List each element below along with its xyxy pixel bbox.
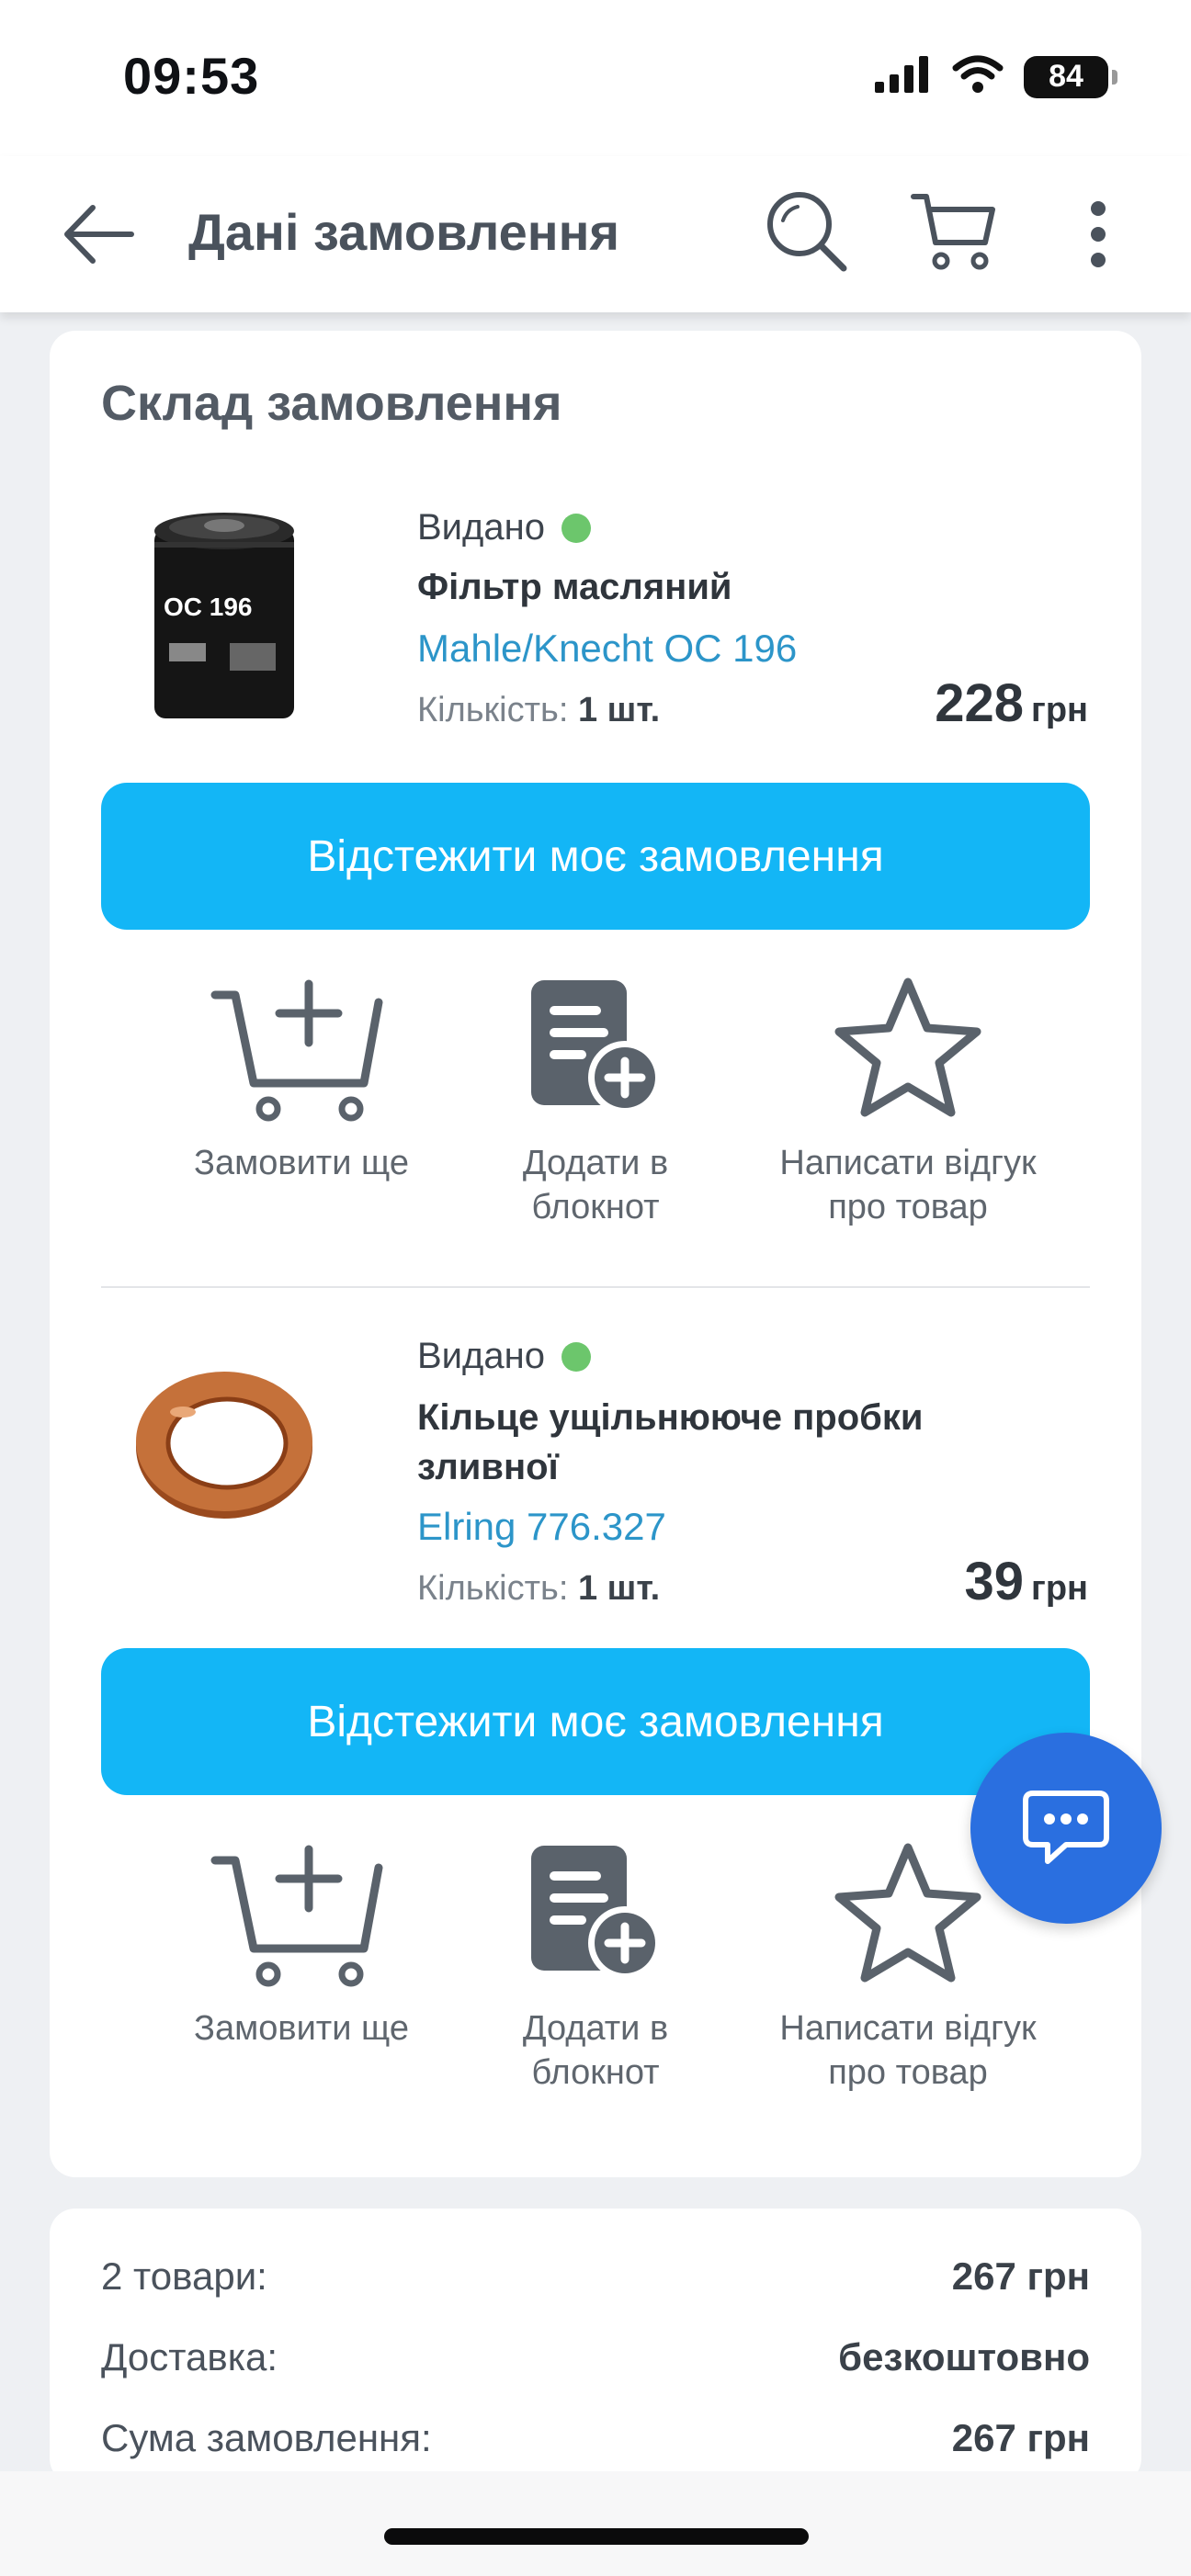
price-currency: грн — [1031, 1569, 1088, 1608]
summary-delivery-row: Доставка: безкоштовно — [101, 2335, 1090, 2379]
more-vertical-icon — [1091, 201, 1106, 267]
track-order-button[interactable]: Відстежити моє замовлення — [101, 783, 1090, 930]
add-to-notebook-line1: Додати в — [522, 1144, 669, 1182]
write-review-line1: Написати відгук — [779, 1144, 1037, 1182]
write-review-line2: про товар — [828, 2053, 988, 2092]
summary-total-row: Сума замовлення: 267 грн — [101, 2416, 1090, 2460]
write-review-label: Написати відгук про товар — [752, 1141, 1064, 1229]
product-name: Кільце ущільнююче пробки зливної — [417, 1397, 924, 1487]
product-image-oil-filter[interactable]: OC 196 — [105, 496, 344, 735]
add-to-notebook-label: Додати в блокнот — [439, 1141, 752, 1229]
chat-button[interactable] — [970, 1733, 1162, 1924]
order-summary-card: 2 товари: 267 грн Доставка: безкоштовно … — [50, 2209, 1141, 2484]
oil-filter-image: OC 196 — [154, 513, 294, 718]
order-contents-card: Склад замовлення OC 196 Видано Фільтр ма… — [50, 331, 1141, 2177]
write-review-label: Написати відгук про товар — [752, 2006, 1064, 2095]
battery-icon: 84 — [1024, 55, 1117, 98]
add-to-notebook-line2: блокнот — [531, 1188, 660, 1226]
reorder-action[interactable]: Замовити ще — [145, 1836, 458, 2051]
add-to-notebook-line2: блокнот — [531, 2053, 660, 2092]
price-value: 228 — [935, 673, 1024, 733]
cart-button[interactable] — [906, 184, 1002, 279]
quantity-label: Кількість: — [417, 1569, 569, 1608]
summary-items-label: 2 товари: — [101, 2254, 267, 2298]
write-review-line2: про товар — [828, 1188, 988, 1226]
product-name: Фільтр масляний — [417, 567, 732, 607]
summary-total-value: 267 грн — [951, 2416, 1090, 2459]
add-to-notebook-label: Додати в блокнот — [439, 2006, 752, 2095]
status-label: Видано — [417, 507, 545, 548]
status-label: Видано — [417, 1336, 545, 1376]
cart-icon — [911, 194, 995, 270]
product-quantity: Кількість: 1 шт. — [417, 691, 660, 730]
summary-total-label: Сума замовлення: — [101, 2416, 432, 2459]
status-icons: 84 — [875, 55, 1117, 98]
quantity-label: Кількість: — [417, 691, 569, 729]
reorder-label: Замовити ще — [194, 2009, 409, 2048]
write-review-line1: Написати відгук — [779, 2009, 1037, 2048]
summary-delivery-label: Доставка: — [101, 2335, 278, 2378]
add-to-notebook-line1: Додати в — [522, 2009, 669, 2048]
bottom-safe-area — [0, 2471, 1191, 2576]
notebook-add-icon — [439, 970, 752, 1126]
price-value: 39 — [964, 1552, 1024, 1611]
product-brand-link[interactable]: Elring 776.327 — [417, 1505, 666, 1549]
status-dot — [561, 513, 591, 543]
notebook-add-icon — [439, 1836, 752, 1992]
product-quantity: Кількість: 1 шт. — [417, 1569, 660, 1609]
reorder-action[interactable]: Замовити ще — [145, 970, 458, 1185]
more-menu-button[interactable] — [1075, 193, 1121, 276]
product-price: 228 грн — [935, 672, 1088, 734]
home-indicator[interactable] — [384, 2528, 809, 2545]
product-price: 39 грн — [964, 1551, 1088, 1612]
item-divider — [101, 1286, 1090, 1288]
reorder-label: Замовити ще — [194, 1144, 409, 1182]
write-review-action[interactable]: Написати відгук про товар — [752, 970, 1064, 1229]
quantity-value: 1 шт. — [577, 1569, 661, 1608]
cart-add-icon — [145, 970, 458, 1126]
summary-items-value: 267 грн — [951, 2254, 1090, 2298]
summary-items-row: 2 товари: 267 грн — [101, 2254, 1090, 2299]
app-bar: Дані замовлення — [0, 156, 1191, 312]
track-order-button[interactable]: Відстежити моє замовлення — [101, 1648, 1090, 1795]
signal-icon — [875, 56, 932, 97]
order-contents-title: Склад замовлення — [101, 376, 562, 431]
price-currency: грн — [1031, 691, 1088, 729]
summary-delivery-value: безкоштовно — [838, 2335, 1090, 2378]
seal-ring-image — [136, 1372, 312, 1519]
star-icon — [752, 970, 1064, 1126]
product-image-seal-ring[interactable] — [105, 1325, 344, 1564]
add-to-notebook-action[interactable]: Додати в блокнот — [439, 970, 752, 1229]
product-brand-link[interactable]: Mahle/Knecht OC 196 — [417, 627, 797, 671]
status-bar: 09:53 84 — [0, 0, 1191, 156]
back-button[interactable] — [48, 193, 149, 276]
cart-add-icon — [145, 1836, 458, 1992]
status-time: 09:53 — [123, 47, 260, 105]
chat-icon — [1023, 1791, 1109, 1864]
arrow-left-icon — [64, 205, 134, 264]
search-button[interactable] — [759, 184, 855, 279]
status-dot — [561, 1341, 591, 1372]
search-icon — [767, 192, 847, 272]
status-line: Видано — [417, 1336, 591, 1377]
add-to-notebook-action[interactable]: Додати в блокнот — [439, 1836, 752, 2095]
page-title: Дані замовлення — [188, 203, 620, 261]
quantity-value: 1 шт. — [577, 691, 661, 729]
wifi-icon — [952, 55, 1004, 98]
status-line: Видано — [417, 507, 591, 548]
svg-text:OC 196: OC 196 — [164, 593, 253, 621]
